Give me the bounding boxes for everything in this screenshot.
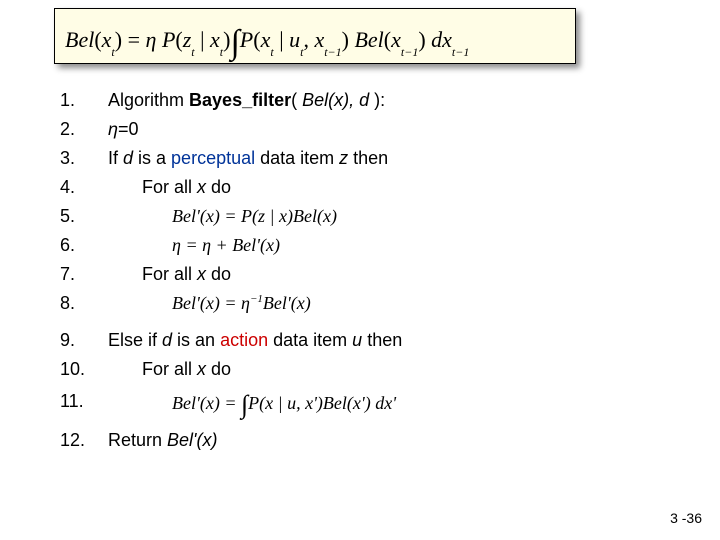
algo-line-3: 3. If d is a perceptual data item z then [60, 144, 670, 173]
line-number: 1. [60, 90, 108, 111]
eq-bel: Bel [65, 27, 94, 52]
line-number: 10. [60, 359, 108, 380]
algo-line-1: 1. Algorithm Bayes_filter( Bel(x), d ): [60, 86, 670, 115]
eq-x: x [102, 27, 112, 52]
algorithm-listing: 1. Algorithm Bayes_filter( Bel(x), d ): … [60, 86, 670, 455]
algo-line-6: 6. η = η + Bel'(x) [60, 231, 670, 260]
algo-line-2: 2. η=0 [60, 115, 670, 144]
algo-line-9: 9. Else if d is an action data item u th… [60, 326, 670, 355]
perceptual-keyword: perceptual [171, 148, 255, 168]
eta-icon: η [108, 119, 118, 139]
slide: Bel(xt) = η P(zt | xt)∫P(xt | ut, xt−1) … [0, 0, 720, 540]
line-number: 12. [60, 430, 108, 451]
line-number: 5. [60, 206, 108, 227]
line-number: 9. [60, 330, 108, 351]
line-number: 8. [60, 293, 108, 314]
algo-line-4: 4. For all x do [60, 173, 670, 202]
algo-name: Bayes_filter [189, 90, 291, 110]
algo-line-5: 5. Bel'(x) = P(z | x)Bel(x) [60, 202, 670, 231]
eta-icon: η [172, 235, 181, 255]
eta-icon: η [146, 27, 157, 52]
return-value: Bel'(x) [167, 430, 217, 450]
line-number: 3. [60, 148, 108, 169]
line-number: 11. [60, 391, 108, 412]
line-number: 4. [60, 177, 108, 198]
eta-icon: η [202, 235, 211, 255]
integral-icon: ∫ [241, 390, 248, 419]
algo-line-10: 10. For all x do [60, 355, 670, 384]
integral-icon: ∫ [230, 24, 239, 61]
algo-line-8: 8. Bel'(x) = η−1Bel'(x) [60, 289, 670, 318]
algo-line-7: 7. For all x do [60, 260, 670, 289]
equation-box: Bel(xt) = η P(zt | xt)∫P(xt | ut, xt−1) … [54, 8, 576, 64]
algo-line-11: 11. Bel'(x) = ∫P(x | u, x')Bel(x') dx' [60, 384, 670, 418]
eta-icon: η [241, 293, 250, 313]
action-keyword: action [220, 330, 268, 350]
line-number: 6. [60, 235, 108, 256]
slide-number: 3 -36 [670, 510, 702, 526]
algo-line-12: 12. Return Bel'(x) [60, 426, 670, 455]
line-number: 7. [60, 264, 108, 285]
line-number: 2. [60, 119, 108, 140]
